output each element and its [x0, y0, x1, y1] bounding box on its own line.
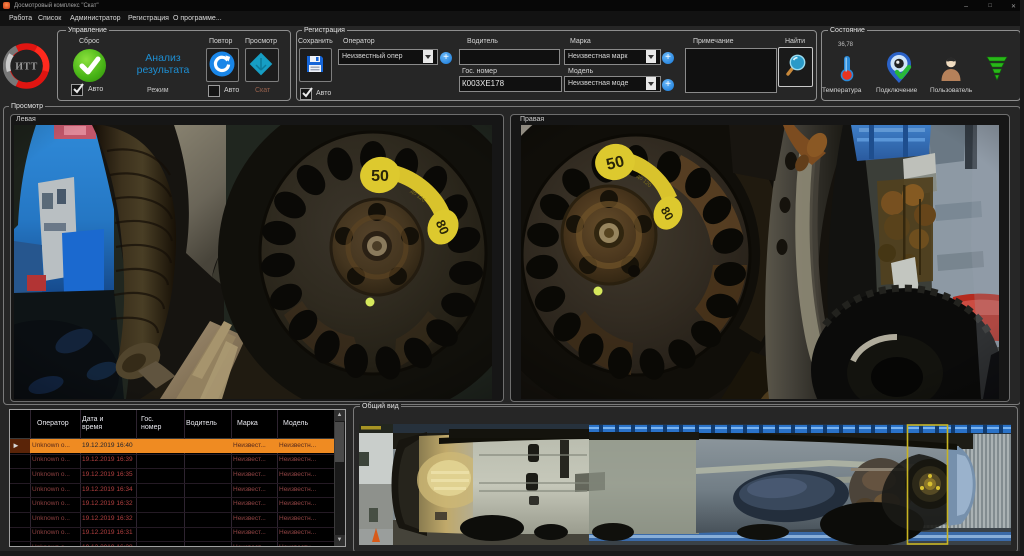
svg-text:ИТТ: ИТТ: [15, 62, 38, 73]
